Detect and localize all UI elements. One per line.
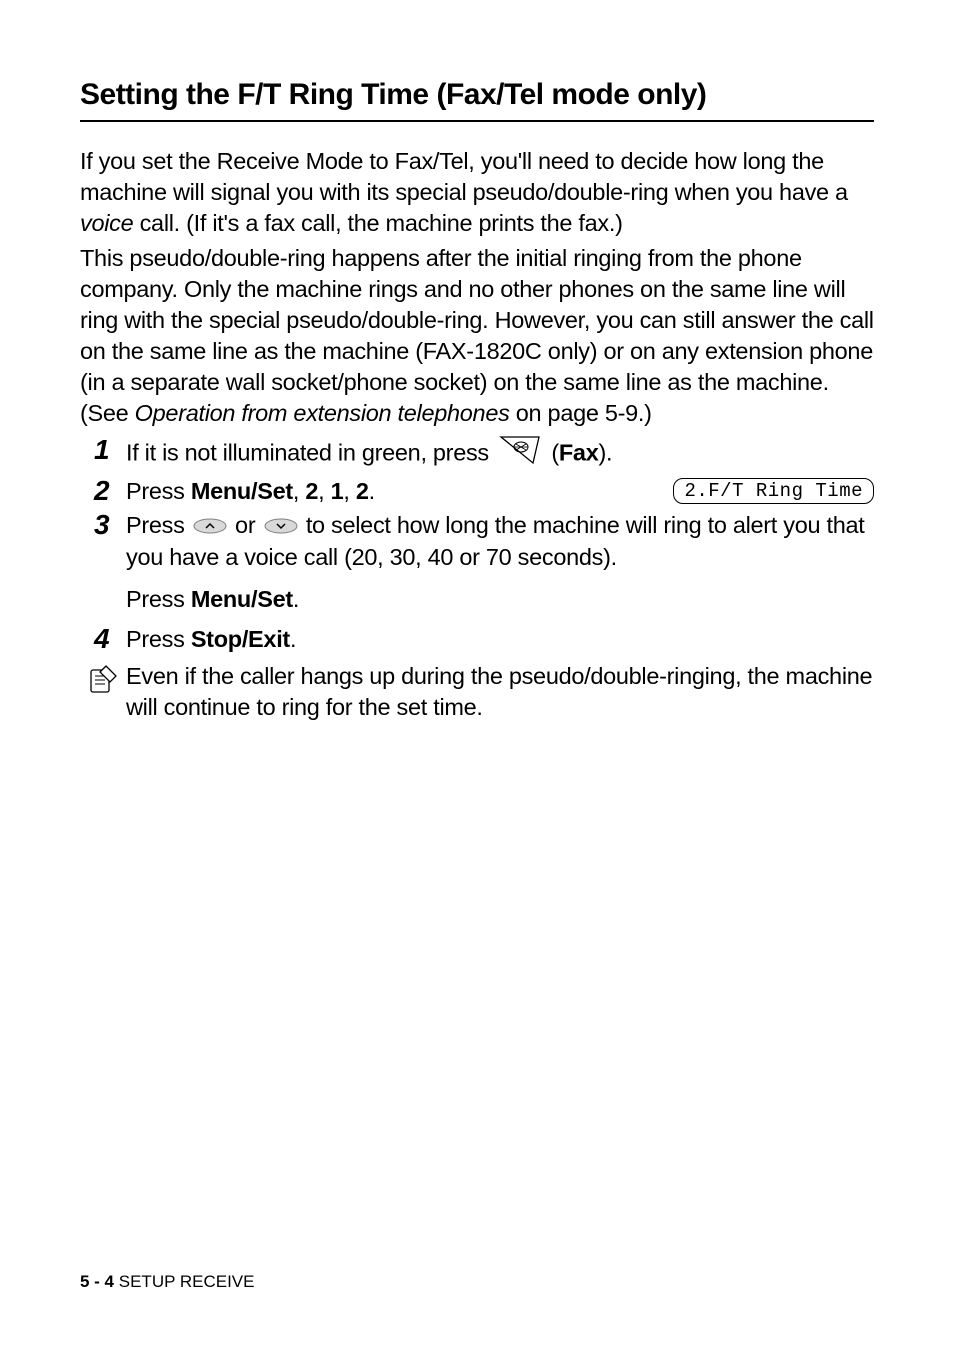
page-heading: Setting the F/T Ring Time (Fax/Tel mode … [80,78,874,122]
intro2-italic: Operation from extension telephones [135,400,510,426]
step-4-body: Press Stop/Exit. [126,624,874,656]
step-4: 4 Press Stop/Exit. [80,624,874,656]
step-3: 3 Press or to select how long the machin… [80,510,874,616]
step4-press: Press [126,626,191,652]
step3-press2: Press [126,586,191,612]
step-1: 1 If it is not illuminated in green, pre… [80,435,874,474]
footer-page-number: 5 - 4 [80,1272,114,1291]
step2-sep3: , [343,478,355,504]
step1-fax-label: Fax [559,440,599,466]
step2-n3: 2 [356,478,369,504]
intro2-text-a: This pseudo/double-ring happens after th… [80,245,874,426]
step1-paren-open: ( [551,440,559,466]
step-number-1: 1 [80,435,126,474]
intro-paragraph-1: If you set the Receive Mode to Fax/Tel, … [80,146,874,239]
step2-menuset: Menu/Set [191,478,293,504]
fax-icon [499,435,541,474]
step3-or: or [235,512,262,538]
intro1-text-a: If you set the Receive Mode to Fax/Tel, … [80,148,848,205]
down-arrow-icon [264,511,298,543]
step-number-3: 3 [80,510,126,616]
steps-list: 1 If it is not illuminated in green, pre… [80,435,874,655]
step3-end: . [293,586,299,612]
up-arrow-icon [193,511,227,543]
step3-sub: Press Menu/Set. [126,584,874,616]
intro2-text-b: on page 5-9.) [510,400,652,426]
note-text: Even if the caller hangs up during the p… [126,661,874,723]
step2-n1: 2 [305,478,318,504]
step3-press: Press [126,512,191,538]
note-icon [80,661,126,699]
step-3-body: Press or to select how long the machine … [126,510,874,616]
step2-sep2: , [318,478,330,504]
step-number-4: 4 [80,624,126,656]
step2-n2: 1 [331,478,344,504]
lcd-display: 2.F/T Ring Time [673,478,874,504]
step3-menuset: Menu/Set [191,586,293,612]
intro-paragraph-2: This pseudo/double-ring happens after th… [80,243,874,429]
page-footer: 5 - 4 SETUP RECEIVE [80,1272,254,1292]
step2-press: Press [126,478,191,504]
step2-sep1: , [293,478,305,504]
footer-section: SETUP RECEIVE [114,1272,254,1291]
note-row: Even if the caller hangs up during the p… [80,661,874,723]
intro1-text-b: call. (If it's a fax call, the machine p… [133,210,622,236]
step1-paren-close: ). [598,440,612,466]
step4-stop: Stop/Exit [191,626,290,652]
step4-end: . [290,626,296,652]
step1-text-a: If it is not illuminated in green, press [126,440,495,466]
step-number-2: 2 [80,476,126,508]
intro1-italic: voice [80,210,133,236]
step2-end: . [369,478,375,504]
step-1-body: If it is not illuminated in green, press… [126,435,874,474]
